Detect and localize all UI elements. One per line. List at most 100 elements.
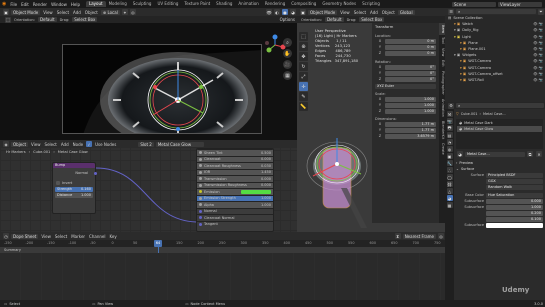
strength-field[interactable]: Strength 0.160 [55,186,93,192]
transform-global[interactable]: ⊕ Local [100,9,120,15]
tab-modeling[interactable]: Modeling [106,1,130,7]
visibility-toggle-icon[interactable]: 👁 📷 [533,53,545,57]
scale-y-field[interactable]: 1.000 [385,102,436,108]
breadcrumb-mesh[interactable]: Cube.001 [33,150,50,154]
rotation-mode-dropdown[interactable]: XYZ Euler [375,83,436,89]
drag-dropdown-right[interactable]: Select Box [359,17,385,22]
visibility-toggle-icon[interactable]: 👁 📷 [533,59,545,63]
ds-menu-channel[interactable]: Channel [87,234,107,239]
blender-logo-icon[interactable]: ◉ [0,1,8,7]
subsurface-radius-x[interactable]: 1.000 [486,204,543,210]
bump-node-title[interactable]: Bump [53,163,95,168]
filter-icon[interactable]: ⏷ [538,8,544,15]
dopesheet-mode-dropdown[interactable]: Dope Sheet [11,233,39,239]
tool-rotate-icon[interactable]: ↻ [299,62,308,71]
bsdf-input-row[interactable]: Clearcoat Normal [197,214,273,221]
ne-menu-add[interactable]: Add [59,142,71,147]
vr-menu-object[interactable]: Object [380,10,397,15]
orientation-dropdown[interactable]: Default [37,17,57,22]
emission-color-swatch[interactable] [241,189,271,194]
input-socket-icon[interactable] [199,164,202,168]
camera-view-icon[interactable]: 🎥 [283,60,292,69]
outliner-search[interactable]: ⌕ [456,9,536,14]
surface-shader-dropdown[interactable]: Principled BSDF [486,172,543,178]
visibility-toggle-icon[interactable]: 👁 📷 [533,22,545,26]
menu-help[interactable]: Help [69,2,82,7]
tool-tab-icon[interactable]: ⚒ [446,111,453,117]
vr-menu-select[interactable]: Select [352,10,368,15]
visibility-toggle-icon[interactable]: 👁 📷 [533,66,545,70]
breadcrumb-object[interactable]: Hr Markers [6,150,26,154]
principled-bsdf-node[interactable]: Sheen Tint 0.500 Clearcoat 0.000 Clearcoat R… [196,148,274,232]
scale-z-field[interactable]: 1.000 [385,108,436,114]
tool-transform-icon[interactable]: ✛ [299,82,308,91]
menu-edit[interactable]: Edit [19,2,31,7]
scene-selector[interactable]: Scene [452,1,496,7]
input-socket-icon[interactable] [199,196,202,200]
ne-menu-select[interactable]: Select [43,142,59,147]
tab-compositing[interactable]: Compositing [288,1,319,7]
vr-menu-view[interactable]: View [338,10,352,15]
ds-menu-view[interactable]: View [39,234,53,239]
proportional-edit-icon[interactable]: ◎ [438,233,444,239]
pan-hand-icon[interactable]: ✋ [283,49,292,58]
scale-x-field[interactable]: 1.000 [385,96,436,102]
material-slot-list[interactable]: ◕ Metal Case Dark ◕ Metal Case Glow [456,119,543,149]
grid-icon[interactable]: ▦ [283,71,292,80]
bsdf-input-row[interactable]: Transmission 0.000 [197,175,273,182]
vl-menu-object[interactable]: Object [83,10,100,15]
shading-solid-icon[interactable]: ● [282,9,288,15]
render-tab-icon[interactable]: 📷 [446,118,453,124]
input-socket-icon[interactable] [199,190,202,194]
location-z-field[interactable]: 0 m [385,50,436,56]
ne-menu-view[interactable]: View [29,142,43,147]
orientation-dropdown-right[interactable]: Default [324,17,344,22]
object-tab-icon[interactable]: ▣ [446,153,453,159]
viewport-left[interactable]: ▣ Object Mode View Select Add Object ⊕ L… [0,8,297,140]
subsurface-method-dropdown[interactable]: Random Walk [486,184,543,190]
input-socket-icon[interactable] [199,157,202,161]
mode-dropdown[interactable]: Object Mode [11,9,41,15]
vl-menu-view[interactable]: View [41,10,55,15]
input-socket-icon[interactable] [199,183,202,187]
material-tab-icon[interactable]: ◕ [446,195,453,201]
tab-sculpting[interactable]: Sculpting [130,1,155,7]
input-socket-icon[interactable] [199,209,202,213]
view-layer-tab-icon[interactable]: ▤ [446,132,453,138]
playhead[interactable]: 64 [154,240,162,247]
tab-shading[interactable]: Shading [213,1,235,7]
tab-texture-paint[interactable]: Texture Paint [181,1,213,7]
tool-cursor-icon[interactable]: ⊕ [299,42,308,51]
node-editor[interactable]: ◈ Object View Select Add Node ✓ Use Node… [0,140,297,232]
tool-scale-icon[interactable]: ⤢ [299,72,308,81]
use-nodes-checkbox[interactable]: ✓ [86,141,93,147]
tab-geometry-nodes[interactable]: Geometry Nodes [319,1,359,7]
dopesheet-type-icon[interactable]: ◷ [3,233,9,239]
input-socket-icon[interactable] [199,216,202,220]
editor-type-icon-right[interactable]: ▣ [300,9,306,15]
output-tab-icon[interactable]: 🖶 [446,125,453,131]
vr-menu-add[interactable]: Add [368,10,380,15]
input-socket-icon[interactable] [199,222,202,226]
dimensions-y-field[interactable]: 1.77 m [385,127,436,133]
mode-dropdown-right[interactable]: Object Mode [308,9,338,15]
bsdf-input-row[interactable]: Transmission Roughness 0.000 [197,181,273,188]
proportional-icon[interactable]: ◎ [129,9,136,15]
outliner-type-icon[interactable]: ☰ [448,8,454,15]
bsdf-input-row[interactable]: Alpha 1.000 [197,201,273,208]
bsdf-input-row[interactable]: Clearcoat Roughness 0.030 [197,162,273,169]
bsdf-input-row[interactable]: Sheen Tint 0.500 [197,149,273,156]
distribution-dropdown[interactable]: GGX [486,178,543,184]
menu-render[interactable]: Render [31,2,49,7]
rotation-x-field[interactable]: 0° [385,64,436,70]
subsurface-radius-z[interactable]: 0.100 [486,216,543,222]
vl-menu-select[interactable]: Select [55,10,71,15]
bsdf-input-row[interactable]: Emission Strength 1.000 [197,194,273,201]
tab-uv-editing[interactable]: UV Editing [154,1,181,7]
menu-file[interactable]: File [8,2,19,7]
dimensions-z-field[interactable]: 3.6579 m [385,133,436,139]
data-tab-icon[interactable]: △ [446,188,453,194]
bump-node[interactable]: Bump Normal Invert Strength 0.160 Distanc… [52,162,97,214]
material-name-field[interactable]: Metal Case... [465,151,525,157]
base-color-link[interactable]: Hue Saturation [486,192,543,198]
